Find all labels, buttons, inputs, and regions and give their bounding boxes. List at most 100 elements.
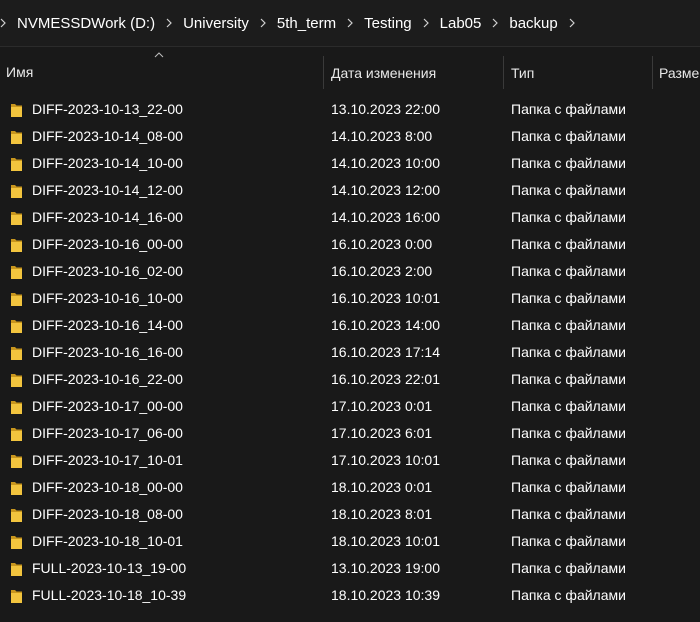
file-name: DIFF-2023-10-18_00-00 <box>32 479 183 495</box>
folder-icon <box>10 102 23 118</box>
folder-icon <box>10 372 23 388</box>
file-type: Папка с файлами <box>511 209 626 225</box>
chevron-right-icon[interactable] <box>160 0 178 46</box>
breadcrumb-item[interactable]: Testing <box>359 0 417 46</box>
file-date-modified: 14.10.2023 10:00 <box>331 155 440 171</box>
file-type: Папка с файлами <box>511 182 626 198</box>
file-date-modified: 16.10.2023 2:00 <box>331 263 433 279</box>
file-date-modified: 16.10.2023 0:00 <box>331 236 433 252</box>
file-row[interactable]: DIFF-2023-10-14_12-00 14.10.2023 12:00 Пап… <box>0 177 700 204</box>
file-row[interactable]: DIFF-2023-10-14_08-00 14.10.2023 8:00 Папк… <box>0 123 700 150</box>
file-row[interactable]: DIFF-2023-10-17_00-00 17.10.2023 0:01 Папк… <box>0 393 700 420</box>
file-date-modified: 14.10.2023 12:00 <box>331 182 440 198</box>
column-header-size[interactable]: Разме <box>652 56 700 89</box>
file-type: Папка с файлами <box>511 128 626 144</box>
file-date-modified: 14.10.2023 8:00 <box>331 128 433 144</box>
file-type: Папка с файлами <box>511 101 626 117</box>
file-name: DIFF-2023-10-16_02-00 <box>32 263 183 279</box>
column-header-type[interactable]: Тип <box>503 56 652 89</box>
breadcrumb-item[interactable]: 5th_term <box>272 0 341 46</box>
file-row[interactable]: FULL-2023-10-13_19-00 13.10.2023 19:00 Пап… <box>0 555 700 582</box>
file-name: DIFF-2023-10-17_10-01 <box>32 452 183 468</box>
file-row[interactable]: DIFF-2023-10-16_02-00 16.10.2023 2:00 Папк… <box>0 258 700 285</box>
chevron-right-icon[interactable] <box>563 0 581 46</box>
file-name: DIFF-2023-10-14_08-00 <box>32 128 183 144</box>
breadcrumb: NVMESSDWork (D:) University 5th_term Testin… <box>0 0 700 47</box>
file-row[interactable]: DIFF-2023-10-16_14-00 16.10.2023 14:00 Пап… <box>0 312 700 339</box>
file-name: DIFF-2023-10-13_22-00 <box>32 101 183 117</box>
sort-up-icon <box>154 52 164 58</box>
folder-icon <box>10 264 23 280</box>
file-date-modified: 17.10.2023 0:01 <box>331 398 433 414</box>
file-name: DIFF-2023-10-18_08-00 <box>32 506 183 522</box>
file-row[interactable]: DIFF-2023-10-16_22-00 16.10.2023 22:01 Пап… <box>0 366 700 393</box>
column-header-name-label: Имя <box>6 63 34 80</box>
folder-icon <box>10 129 23 145</box>
file-row[interactable]: DIFF-2023-10-16_00-00 16.10.2023 0:00 Папк… <box>0 231 700 258</box>
file-type: Папка с файлами <box>511 479 626 495</box>
folder-icon <box>10 237 23 253</box>
folder-icon <box>10 534 23 550</box>
file-name: DIFF-2023-10-14_10-00 <box>32 155 183 171</box>
file-date-modified: 18.10.2023 8:01 <box>331 506 433 522</box>
file-row[interactable]: DIFF-2023-10-17_06-00 17.10.2023 6:01 Папк… <box>0 420 700 447</box>
file-type: Папка с файлами <box>511 506 626 522</box>
file-type: Папка с файлами <box>511 317 626 333</box>
file-row[interactable]: DIFF-2023-10-18_08-00 18.10.2023 8:01 Папк… <box>0 501 700 528</box>
file-type: Папка с файлами <box>511 587 626 603</box>
file-date-modified: 17.10.2023 10:01 <box>331 452 440 468</box>
chevron-right-icon[interactable] <box>254 0 272 46</box>
column-header-size-label: Разме <box>659 64 700 81</box>
folder-icon <box>10 426 23 442</box>
file-date-modified: 16.10.2023 22:01 <box>331 371 440 387</box>
file-type: Папка с файлами <box>511 263 626 279</box>
folder-icon <box>10 183 23 199</box>
file-row[interactable]: DIFF-2023-10-16_16-00 16.10.2023 17:14 Пап… <box>0 339 700 366</box>
file-name: DIFF-2023-10-16_10-00 <box>32 290 183 306</box>
column-header-type-label: Тип <box>511 64 535 81</box>
folder-icon <box>10 588 23 604</box>
file-date-modified: 16.10.2023 14:00 <box>331 317 440 333</box>
file-date-modified: 16.10.2023 10:01 <box>331 290 440 306</box>
file-name: DIFF-2023-10-17_06-00 <box>32 425 183 441</box>
file-row[interactable]: DIFF-2023-10-17_10-01 17.10.2023 10:01 Пап… <box>0 447 700 474</box>
folder-icon <box>10 561 23 577</box>
file-date-modified: 18.10.2023 0:01 <box>331 479 433 495</box>
file-name: DIFF-2023-10-16_22-00 <box>32 371 183 387</box>
folder-icon <box>10 345 23 361</box>
column-header-date[interactable]: Дата изменения <box>323 56 503 89</box>
column-header-name[interactable]: Имя <box>0 48 323 95</box>
file-date-modified: 13.10.2023 19:00 <box>331 560 440 576</box>
file-row[interactable]: DIFF-2023-10-13_22-00 13.10.2023 22:00 Пап… <box>0 96 700 123</box>
breadcrumb-item[interactable]: Lab05 <box>435 0 487 46</box>
file-row[interactable]: DIFF-2023-10-14_16-00 14.10.2023 16:00 Пап… <box>0 204 700 231</box>
file-name: DIFF-2023-10-14_12-00 <box>32 182 183 198</box>
file-type: Папка с файлами <box>511 533 626 549</box>
chevron-right-icon[interactable] <box>417 0 435 46</box>
file-row[interactable]: DIFF-2023-10-16_10-00 16.10.2023 10:01 Пап… <box>0 285 700 312</box>
file-date-modified: 17.10.2023 6:01 <box>331 425 433 441</box>
file-date-modified: 18.10.2023 10:39 <box>331 587 440 603</box>
file-row[interactable]: FULL-2023-10-18_10-39 18.10.2023 10:39 Пап… <box>0 582 700 609</box>
file-row[interactable]: DIFF-2023-10-18_10-01 18.10.2023 10:01 Пап… <box>0 528 700 555</box>
breadcrumb-item[interactable]: backup <box>504 0 562 46</box>
file-name: FULL-2023-10-18_10-39 <box>32 587 187 603</box>
chevron-right-icon[interactable] <box>486 0 504 46</box>
folder-icon <box>10 318 23 334</box>
chevron-right-icon[interactable] <box>341 0 359 46</box>
file-row[interactable]: DIFF-2023-10-18_00-00 18.10.2023 0:01 Папк… <box>0 474 700 501</box>
file-name: FULL-2023-10-13_19-00 <box>32 560 187 576</box>
file-row[interactable]: DIFF-2023-10-14_10-00 14.10.2023 10:00 Пап… <box>0 150 700 177</box>
file-date-modified: 18.10.2023 10:01 <box>331 533 440 549</box>
file-list: DIFF-2023-10-13_22-00 13.10.2023 22:00 Пап… <box>0 96 700 609</box>
chevron-right-icon[interactable] <box>0 0 12 46</box>
breadcrumb-item[interactable]: University <box>178 0 254 46</box>
folder-icon <box>10 453 23 469</box>
file-name: DIFF-2023-10-16_14-00 <box>32 317 183 333</box>
file-name: DIFF-2023-10-16_00-00 <box>32 236 183 252</box>
file-date-modified: 16.10.2023 17:14 <box>331 344 440 360</box>
column-header-date-label: Дата изменения <box>331 64 437 81</box>
file-name: DIFF-2023-10-18_10-01 <box>32 533 183 549</box>
breadcrumb-item[interactable]: NVMESSDWork (D:) <box>12 0 160 46</box>
folder-icon <box>10 210 23 226</box>
